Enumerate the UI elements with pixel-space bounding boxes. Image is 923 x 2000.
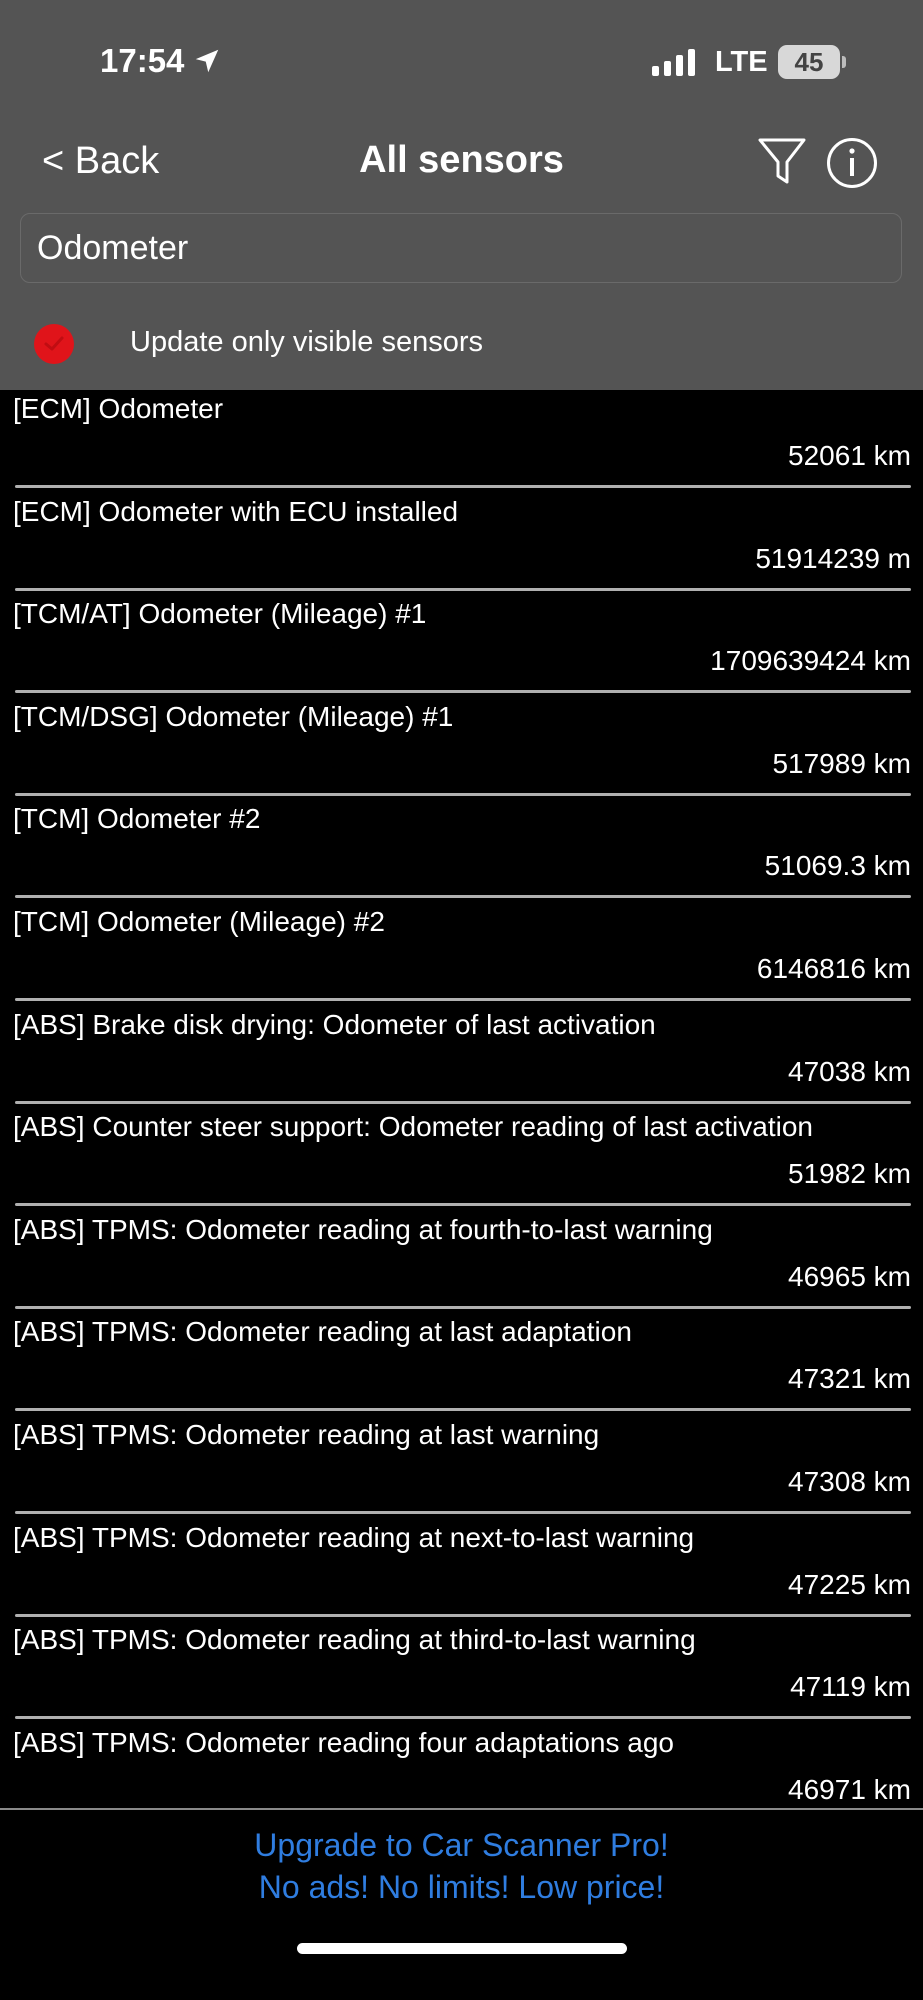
sensor-value: 47225 km — [788, 1568, 911, 1600]
search-input[interactable]: Odometer — [20, 213, 902, 283]
sensor-row[interactable]: [TCM] Odometer #2 51069.3 km — [0, 800, 923, 903]
sensor-row[interactable]: [ABS] TPMS: Odometer reading at third-to… — [0, 1621, 923, 1724]
sensor-value: 51914239 m — [755, 542, 911, 574]
upgrade-banner[interactable]: Upgrade to Car Scanner Pro! No ads! No l… — [0, 1812, 923, 1922]
sensor-value: 47119 km — [790, 1671, 911, 1703]
sensor-name: [ABS] TPMS: Odometer reading four adapta… — [13, 1726, 674, 1758]
navigation-bar: < Back All sensors — [0, 110, 923, 210]
cellular-signal-icon — [652, 48, 695, 76]
toggle-label: Update only visible sensors — [130, 326, 484, 358]
divider — [15, 1716, 911, 1720]
sensor-row[interactable]: [ABS] TPMS: Odometer reading at last war… — [0, 1416, 923, 1519]
divider — [15, 997, 911, 1001]
sensor-name: [ABS] TPMS: Odometer reading at last ada… — [13, 1316, 632, 1348]
sensor-name: [ABS] Counter steer support: Odometer re… — [13, 1111, 813, 1143]
sensor-value: 51069.3 km — [764, 850, 911, 882]
sensor-row[interactable]: [ABS] Brake disk drying: Odometer of las… — [0, 1006, 923, 1109]
sensor-row[interactable]: [ABS] TPMS: Odometer reading at fourth-t… — [0, 1211, 923, 1314]
checkmark-icon — [44, 336, 64, 351]
sensor-row[interactable]: [ABS] TPMS: Odometer reading four adapta… — [0, 1724, 923, 1810]
divider — [15, 1613, 911, 1617]
sensor-name: [ABS] TPMS: Odometer reading at next-to-… — [13, 1521, 695, 1553]
sensor-name: [ECM] Odometer with ECU installed — [13, 495, 459, 527]
divider — [15, 792, 911, 796]
filter-icon[interactable] — [757, 136, 807, 188]
sensor-name: [ABS] Brake disk drying: Odometer of las… — [13, 1008, 656, 1040]
divider — [15, 895, 911, 899]
sensor-value: 517989 km — [772, 747, 911, 779]
sensor-list[interactable]: [ECM] Odometer 52061 km [ECM] Odometer w… — [0, 390, 923, 1810]
sensor-name: [ABS] TPMS: Odometer reading at third-to… — [13, 1624, 696, 1656]
sensor-value: 47038 km — [788, 1055, 911, 1087]
sensor-value: 46971 km — [788, 1773, 911, 1805]
sensor-row[interactable]: [ECM] Odometer 52061 km — [0, 390, 923, 493]
divider — [15, 485, 911, 488]
battery-level: 45 — [794, 46, 824, 77]
checkbox[interactable] — [34, 324, 74, 364]
divider — [15, 690, 911, 694]
divider — [15, 1510, 911, 1514]
sensor-name: [TCM] Odometer #2 — [13, 803, 261, 835]
status-time: 17:54 — [100, 42, 222, 80]
battery-icon: 45 — [778, 45, 840, 79]
sensor-row[interactable]: [ABS] TPMS: Odometer reading at last ada… — [0, 1313, 923, 1416]
sensor-name: [TCM] Odometer (Mileage) #2 — [13, 905, 385, 937]
divider — [15, 1203, 911, 1207]
network-type: LTE — [715, 46, 768, 78]
home-indicator[interactable] — [297, 1943, 627, 1954]
sensor-row[interactable]: [ABS] TPMS: Odometer reading at next-to-… — [0, 1519, 923, 1622]
list-bottom-divider — [0, 1808, 923, 1810]
divider — [15, 587, 911, 591]
divider — [15, 1305, 911, 1309]
sensor-name: [TCM/AT] Odometer (Mileage) #1 — [13, 598, 427, 630]
battery-tip — [842, 56, 846, 68]
sensor-row[interactable]: [TCM] Odometer (Mileage) #2 6146816 km — [0, 903, 923, 1006]
sensor-row[interactable]: [TCM/AT] Odometer (Mileage) #1 170963942… — [0, 595, 923, 698]
sensor-row[interactable]: [ABS] Counter steer support: Odometer re… — [0, 1108, 923, 1211]
update-visible-toggle-row[interactable]: Update only visible sensors — [0, 310, 923, 372]
sensor-value: 46965 km — [788, 1260, 911, 1292]
search-input-value: Odometer — [37, 228, 189, 267]
clock-text: 17:54 — [100, 42, 185, 79]
sensor-row[interactable]: [ECM] Odometer with ECU installed 519142… — [0, 493, 923, 596]
sensor-name: [ABS] TPMS: Odometer reading at last war… — [13, 1418, 600, 1450]
status-bar: 17:54 LTE 45 — [0, 0, 923, 110]
sensor-name: [ABS] TPMS: Odometer reading at fourth-t… — [13, 1213, 713, 1245]
divider — [15, 1100, 911, 1104]
sensor-value: 47321 km — [788, 1363, 911, 1395]
sensor-row[interactable]: [TCM/DSG] Odometer (Mileage) #1 517989 k… — [0, 698, 923, 801]
sensor-value: 47308 km — [788, 1465, 911, 1497]
sensor-value: 52061 km — [788, 440, 911, 471]
upgrade-banner-line2[interactable]: No ads! No limits! Low price! — [0, 1866, 923, 1908]
divider — [15, 1408, 911, 1412]
sensor-name: [ECM] Odometer — [13, 393, 224, 424]
info-icon[interactable] — [826, 137, 878, 189]
location-arrow-icon — [196, 49, 219, 73]
sensor-value: 1709639424 km — [710, 645, 911, 677]
sensor-value: 6146816 km — [756, 952, 911, 984]
sensor-name: [TCM/DSG] Odometer (Mileage) #1 — [13, 700, 454, 732]
upgrade-banner-line1[interactable]: Upgrade to Car Scanner Pro! — [0, 1824, 923, 1866]
sensor-value: 51982 km — [788, 1158, 911, 1190]
